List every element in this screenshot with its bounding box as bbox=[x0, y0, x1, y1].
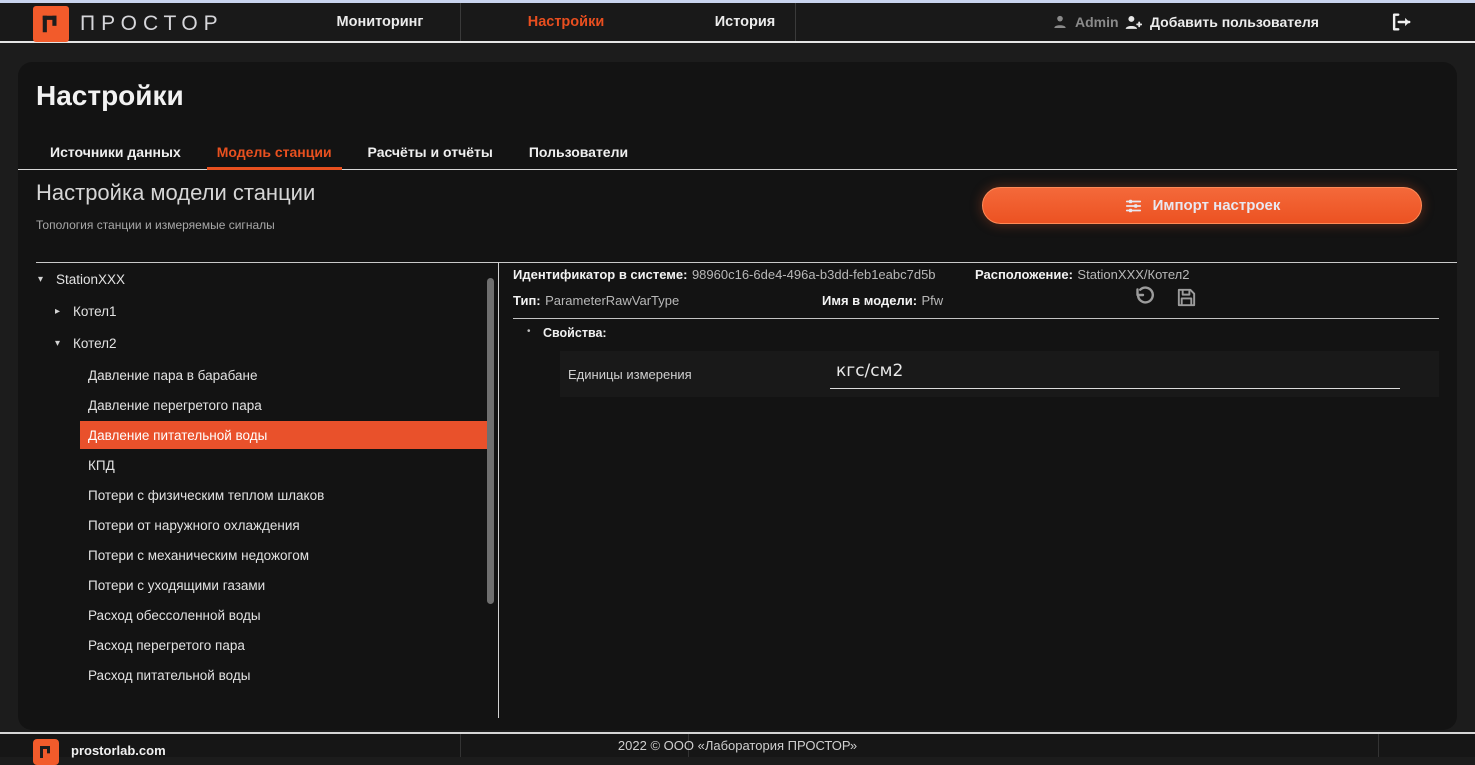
properties-header: Свойства: bbox=[543, 326, 607, 340]
navbar-divider bbox=[460, 3, 461, 41]
type-value: ParameterRawVarType bbox=[545, 293, 679, 308]
tree-leaf-signal[interactable]: Потери с физическим теплом шлаков bbox=[80, 481, 490, 509]
bullet-icon: • bbox=[527, 326, 531, 337]
navbar: ПРОСТОР Мониторинг Настройки История Adm… bbox=[0, 3, 1475, 43]
type-label: Тип: bbox=[513, 293, 541, 308]
tree-leaf-signal[interactable]: Потери с уходящими газами bbox=[80, 571, 490, 599]
nav-item-settings[interactable]: Настройки bbox=[491, 3, 641, 41]
sliders-icon bbox=[1124, 197, 1143, 215]
brand-logo[interactable]: ПРОСТОР bbox=[33, 6, 224, 42]
user-icon bbox=[1052, 14, 1068, 30]
tree-node-boiler2[interactable]: ▾ Котел2 bbox=[18, 327, 488, 359]
model-name-label: Имя в модели: bbox=[822, 293, 917, 308]
import-settings-button[interactable]: Импорт настроек bbox=[982, 187, 1422, 224]
tree-scrollbar-thumb[interactable] bbox=[487, 278, 494, 604]
page-title: Настройки bbox=[36, 80, 184, 112]
nav-item-history[interactable]: История bbox=[670, 3, 820, 41]
caret-down-icon[interactable]: ▾ bbox=[38, 274, 56, 285]
settings-tabs: Источники данных Модель станции Расчёты … bbox=[18, 144, 1457, 170]
current-user-label: Admin bbox=[1075, 14, 1119, 30]
top-accent-strip bbox=[0, 0, 1475, 3]
tree-leaf-signal[interactable]: Расход перегретого пара bbox=[80, 631, 490, 659]
add-user-button[interactable]: Добавить пользователя bbox=[1124, 3, 1319, 41]
tree-node-station[interactable]: ▾ StationXXX bbox=[18, 263, 488, 295]
import-settings-label: Импорт настроек bbox=[1153, 197, 1281, 214]
undo-button[interactable] bbox=[1133, 286, 1157, 310]
tab-calculations-reports[interactable]: Расчёты и отчёты bbox=[358, 144, 503, 169]
property-label: Единицы измерения bbox=[568, 367, 823, 382]
tab-users[interactable]: Пользователи bbox=[519, 144, 638, 169]
add-user-label: Добавить пользователя bbox=[1150, 14, 1319, 30]
tree-leaf-signal[interactable]: КПД bbox=[80, 451, 490, 479]
tree-leaf-signal[interactable]: Потери от наружного охлаждения bbox=[80, 511, 490, 539]
footer: prostorlab.com 2022 © ООО «Лаборатория П… bbox=[0, 732, 1475, 757]
prostor-logo-icon bbox=[33, 6, 69, 42]
brand-wordmark: ПРОСТОР bbox=[80, 12, 224, 36]
logout-button[interactable] bbox=[1389, 3, 1413, 41]
caret-down-icon[interactable]: ▾ bbox=[55, 338, 73, 349]
settings-page-card: Настройки Источники данных Модель станци… bbox=[18, 62, 1457, 730]
id-value: 98960c16-6de4-496a-b3dd-feb1eabc7d5b bbox=[692, 267, 936, 282]
station-tree: ▾ StationXXX ▸ Котел1 ▾ Котел2 Давление … bbox=[18, 263, 488, 691]
tree-leaf-signal-selected[interactable]: Давление питательной воды bbox=[80, 421, 490, 449]
location-label: Расположение: bbox=[975, 267, 1073, 282]
logout-icon bbox=[1389, 11, 1413, 33]
tab-data-sources[interactable]: Источники данных bbox=[40, 144, 191, 169]
tree-leaf-signal[interactable]: Потери с механическим недожогом bbox=[80, 541, 490, 569]
caret-right-icon[interactable]: ▸ bbox=[55, 306, 73, 317]
tab-station-model[interactable]: Модель станции bbox=[207, 144, 342, 169]
units-input[interactable] bbox=[830, 359, 1400, 389]
tree-node-label: Котел2 bbox=[73, 336, 117, 351]
property-row: Единицы измерения bbox=[560, 351, 1439, 397]
tree-node-label: StationXXX bbox=[56, 272, 125, 287]
footer-copyright: 2022 © ООО «Лаборатория ПРОСТОР» bbox=[0, 734, 1475, 757]
id-label: Идентификатор в системе: bbox=[513, 267, 687, 282]
tree-leaf-signal[interactable]: Давление пара в барабане bbox=[80, 361, 490, 389]
nav-item-monitoring[interactable]: Мониторинг bbox=[305, 3, 455, 41]
tree-leaf-signal[interactable]: Давление перегретого пара bbox=[80, 391, 490, 419]
section-title: Настройка модели станции bbox=[36, 180, 315, 206]
add-user-icon bbox=[1124, 14, 1143, 31]
tree-leaf-signal[interactable]: Расход питательной воды bbox=[80, 661, 490, 689]
model-name-value: Pfw bbox=[922, 293, 944, 308]
section-subtitle: Топология станции и измеряемые сигналы bbox=[36, 218, 275, 232]
tree-leaf-signal[interactable]: Расход обессоленной воды bbox=[80, 601, 490, 629]
location-value: StationXXX/Котел2 bbox=[1077, 267, 1189, 282]
panel-divider bbox=[498, 262, 499, 718]
current-user[interactable]: Admin bbox=[1052, 3, 1119, 41]
details-divider bbox=[513, 318, 1439, 319]
tree-node-boiler1[interactable]: ▸ Котел1 bbox=[18, 295, 488, 327]
save-button[interactable] bbox=[1175, 286, 1198, 309]
tree-node-label: Котел1 bbox=[73, 304, 117, 319]
